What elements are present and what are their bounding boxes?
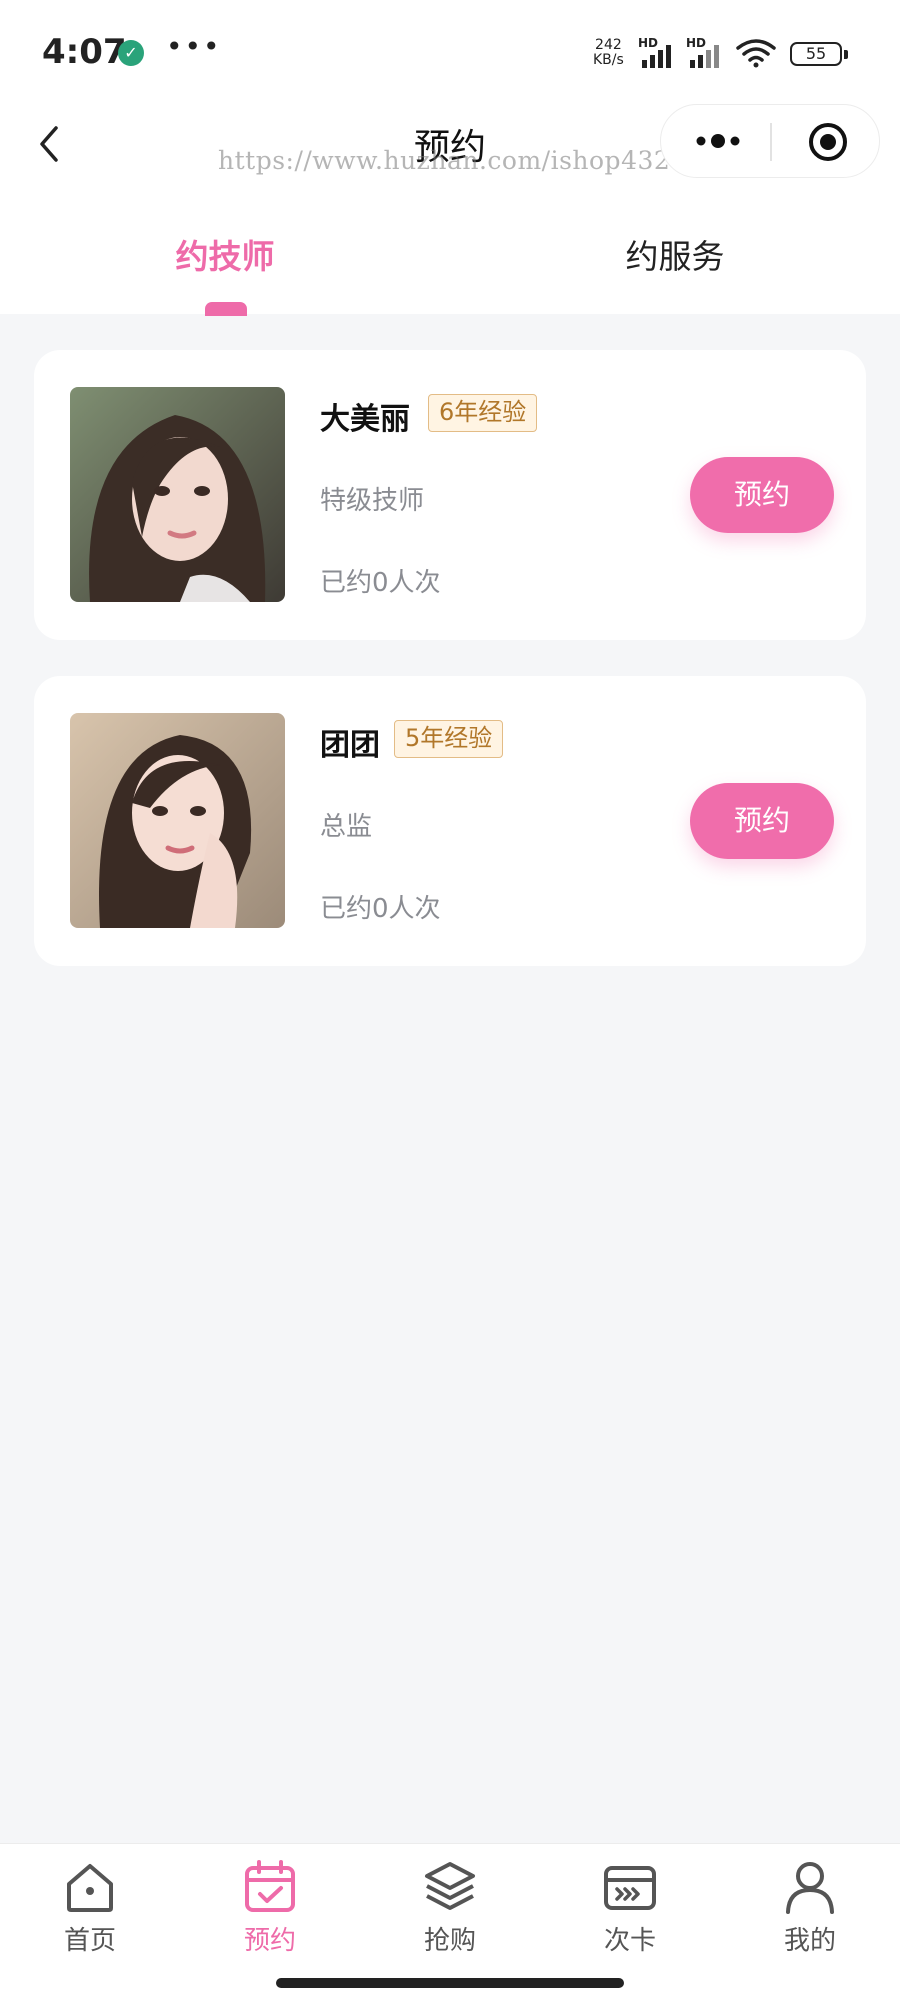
booking-tabs: 约技师 约服务: [0, 210, 900, 316]
technician-photo-1: [70, 387, 285, 602]
tabbar-item-mine[interactable]: 我的: [750, 1858, 870, 1957]
booking-count: 已约0人次: [320, 568, 441, 598]
technician-avatar: [70, 387, 285, 602]
mini-program-capsule: [660, 104, 880, 178]
wifi-icon: [736, 39, 776, 68]
signal-2-icon: HD: [686, 36, 730, 68]
network-speed-unit: KB/s: [593, 52, 624, 68]
technician-photo-2: [70, 713, 285, 928]
home-icon: [67, 1864, 113, 1912]
book-button[interactable]: 预约: [690, 783, 834, 859]
network-speed-value: 242: [595, 37, 622, 53]
booking-count: 已约0人次: [320, 894, 441, 924]
user-icon: [786, 1862, 834, 1914]
experience-badge: 6年经验: [428, 394, 538, 432]
more-notifications-icon: •••: [166, 30, 222, 63]
book-button[interactable]: 预约: [690, 457, 834, 533]
signal-1-icon: HD: [638, 36, 682, 68]
tab-service[interactable]: 约服务: [525, 230, 825, 278]
calendar-check-icon: [245, 1860, 295, 1912]
technician-card[interactable]: 团团 5年经验 总监 已约0人次 预约: [34, 676, 866, 966]
battery-icon: 55: [790, 42, 848, 66]
technician-title: 特级技师: [320, 486, 425, 516]
app-notification-icon: ✓: [118, 40, 144, 66]
tabbar-label-flash-sale: 抢购: [423, 1926, 476, 1956]
tabbar-item-home[interactable]: 首页: [30, 1858, 150, 1957]
home-indicator[interactable]: [276, 1978, 624, 1988]
technician-card[interactable]: 大美丽 6年经验 特级技师 已约0人次 预约: [34, 350, 866, 640]
tabbar-item-flash-sale[interactable]: 抢购: [390, 1858, 510, 1957]
nav-bar: 预约 https://www.huzhan.com/ishop43289: [0, 100, 900, 210]
network-speed: 242 KB/s: [593, 38, 624, 68]
bottom-tab-bar: 首页 预约 抢购 次卡 我的: [0, 1843, 900, 2000]
capsule-divider: [770, 123, 772, 161]
technician-avatar: [70, 713, 285, 928]
tab-technician[interactable]: 约技师: [75, 230, 375, 278]
tabbar-item-punch-card[interactable]: 次卡: [570, 1858, 690, 1957]
status-time: 4:07: [42, 32, 127, 72]
tabbar-label-mine: 我的: [783, 1926, 836, 1956]
experience-badge: 5年经验: [394, 720, 504, 758]
battery-level: 55: [805, 44, 827, 63]
technician-title: 总监: [320, 812, 373, 842]
layers-icon: [425, 1862, 475, 1910]
technician-name: 团团: [320, 728, 380, 763]
tabbar-label-booking: 预约: [243, 1926, 296, 1956]
card-icon: [604, 1866, 656, 1910]
technician-name: 大美丽: [320, 402, 410, 437]
close-mini-program-icon[interactable]: [807, 121, 849, 163]
status-bar: 4:07 ✓ ••• 242 KB/s HD HD 55: [0, 0, 900, 100]
tabbar-label-punch-card: 次卡: [603, 1926, 656, 1956]
tabbar-item-booking[interactable]: 预约: [210, 1858, 330, 1957]
tabbar-label-home: 首页: [63, 1926, 116, 1956]
more-options-icon[interactable]: [693, 127, 743, 155]
watermark: https://www.huzhan.com/ishop43289: [218, 146, 704, 175]
active-tab-indicator: [205, 302, 247, 316]
